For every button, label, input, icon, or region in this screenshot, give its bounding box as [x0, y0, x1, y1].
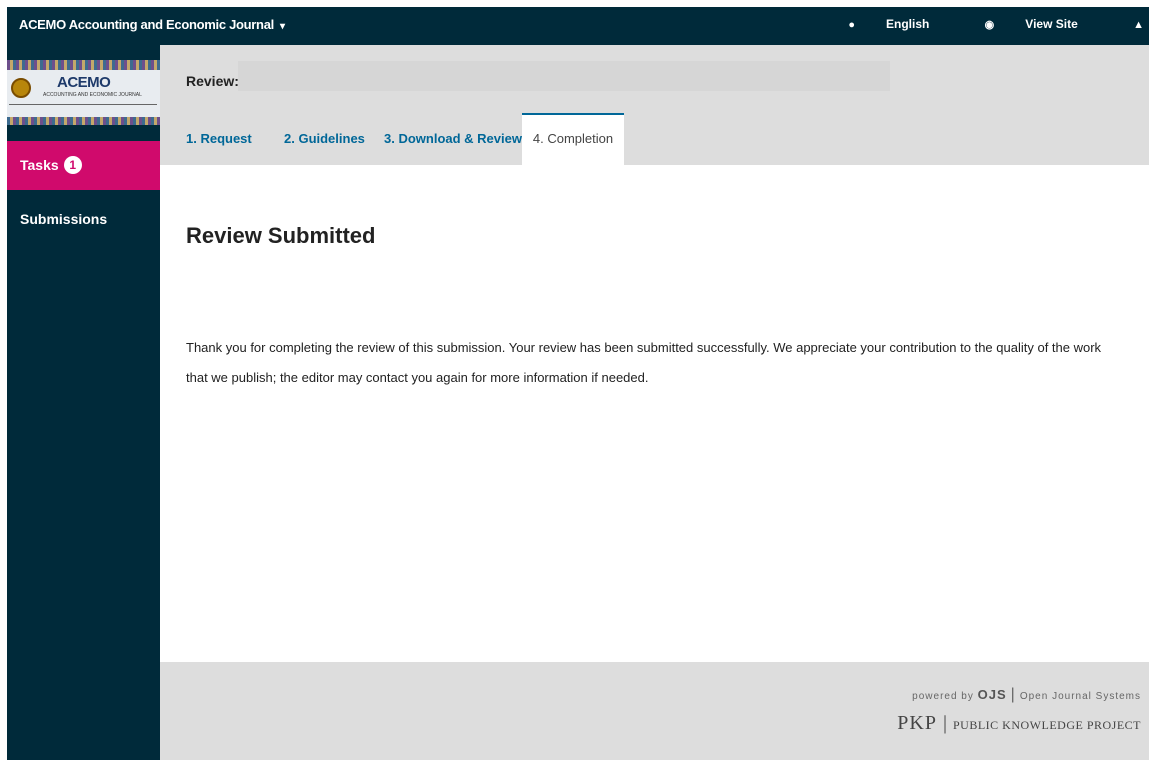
journal-logo[interactable]: ACEMO ACCOUNTING AND ECONOMIC JOURNAL: [7, 60, 160, 125]
page-title: Review Submitted: [186, 223, 376, 248]
review-title: [238, 61, 890, 91]
review-header: Review: 1. Request 2. Guidelines 3. Down…: [160, 45, 1149, 165]
logo-divider: [9, 104, 157, 105]
logo-seal: [11, 78, 31, 98]
tab-request[interactable]: 1. Request: [186, 113, 252, 165]
message-line-2: that we publish; the editor may contact …: [186, 370, 649, 385]
journal-title: ACEMO Accounting and Economic Journal: [19, 17, 274, 32]
sidebar-item-label: Tasks: [20, 157, 59, 173]
tab-download-review[interactable]: 3. Download & Review: [384, 113, 522, 165]
ojs-full-name: Open Journal Systems: [1019, 691, 1141, 702]
pkp-abbr: PKP: [897, 712, 937, 734]
language-label: English: [885, 17, 930, 31]
view-site-label: View Site: [1025, 17, 1078, 31]
chevron-down-icon: ▾: [279, 21, 285, 32]
journal-switcher[interactable]: ACEMO Accounting and Economic Journal ▾: [19, 17, 285, 32]
powered-by-ojs[interactable]: powered by OJS | Open Journal Systems: [912, 686, 1141, 704]
top-bar: ACEMO Accounting and Economic Journal ▾ ●…: [7, 7, 1149, 45]
divider: |: [1010, 686, 1016, 703]
globe-icon: ●: [848, 19, 855, 31]
eye-icon: ◉: [984, 19, 995, 31]
message-line-1: Thank you for completing the review of t…: [186, 340, 1102, 355]
logo-title: ACEMO: [57, 74, 111, 91]
view-site-link[interactable]: ◉ View Site: [959, 17, 1078, 31]
footer: powered by OJS | Open Journal Systems PKP |…: [160, 662, 1149, 760]
sidebar-item-submissions[interactable]: Submissions: [20, 211, 107, 227]
user-icon: ▲: [1133, 19, 1144, 31]
ojs-logo: OJS: [977, 687, 1007, 702]
logo-pattern-top: [7, 60, 160, 70]
language-menu[interactable]: ● English: [822, 17, 929, 31]
logo-pattern-bottom: [7, 117, 160, 125]
sidebar-item-tasks[interactable]: Tasks 1: [7, 141, 160, 190]
review-label: Review:: [186, 73, 239, 89]
main-content: Review Submitted Thank you for completin…: [160, 165, 1149, 662]
tasks-count-badge: 1: [63, 156, 82, 175]
tab-completion[interactable]: 4. Completion: [522, 113, 624, 165]
pkp-full-name: PUBLIC KNOWLEDGE PROJECT: [953, 718, 1141, 732]
divider: |: [942, 712, 947, 734]
pkp-logo[interactable]: PKP | PUBLIC KNOWLEDGE PROJECT: [897, 712, 1141, 735]
completion-message: Thank you for completing the review of t…: [186, 333, 1149, 393]
tab-guidelines[interactable]: 2. Guidelines: [284, 113, 365, 165]
sidebar: ACEMO ACCOUNTING AND ECONOMIC JOURNAL Ta…: [7, 45, 160, 760]
logo-subtitle: ACCOUNTING AND ECONOMIC JOURNAL: [43, 92, 142, 98]
top-bar-actions: ● English ◉ View Site ▲: [796, 17, 1149, 31]
user-menu[interactable]: ▲: [1107, 17, 1149, 31]
page-edge: [0, 0, 7, 760]
powered-by-label: powered by: [912, 691, 974, 702]
